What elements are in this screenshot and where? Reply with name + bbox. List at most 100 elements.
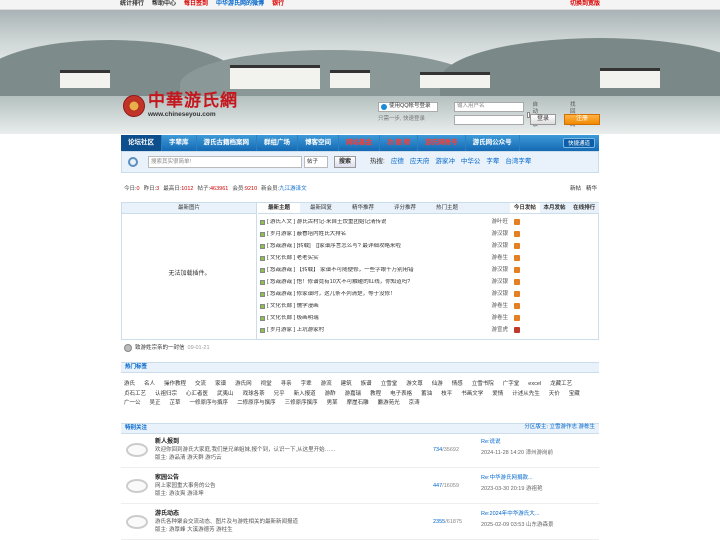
switch-width-link[interactable]: 切换到宽版 [570,1,600,8]
tab-topic[interactable]: 热门主题 [426,203,468,213]
topic-author[interactable]: 游汉银 [491,231,508,238]
tag-link[interactable]: 游氏 [124,381,135,388]
forum-name[interactable]: 游氏动态 [155,511,179,518]
forum-row[interactable]: 家园公告 网上家园重大事务的公告 版主: 游汝爽 游泽坤 447/16059 Re:中华… [121,472,599,504]
topic-row[interactable]: [ 岁月游家 ] 蔽眷培内姓氏大排名 游汉银 [258,228,510,240]
topic-author[interactable]: 游叶旺 [491,219,508,226]
tag-link[interactable]: 计述从先生 [512,391,540,398]
topic-row[interactable]: [ 悠哉游哉 ] 修家谱时，这几条不列清楚，等于没修！ 游汉银 [258,288,510,300]
top-link[interactable]: 银行 [272,1,284,8]
password-input[interactable] [454,115,524,125]
tag-link[interactable]: 男某 [327,400,338,407]
topic-title[interactable]: [ 悠哉游哉 ] 悟！修谱竟有10大不可触碰的红线，你知道吗? [267,279,410,286]
tag-link[interactable]: 立雪堂 [381,381,398,388]
tag-link[interactable]: 兄乎 [274,391,285,398]
topic-author[interactable]: 游卷生 [491,255,508,262]
announcement[interactable]: 致游姓宗亲的一封信 09-01-21 [124,344,210,352]
topic-row[interactable]: [ 文化长廊 ] 极画明瑞 游卷生 [258,312,510,324]
topic-author[interactable]: 游卷生 [491,315,508,322]
tag-link[interactable]: 家谱 [215,381,226,388]
tab-rank[interactable]: 在线排行 [569,203,599,213]
tag-link[interactable]: 吴正 [150,400,161,407]
nav-item[interactable]: 论坛社区 [121,135,162,151]
login-button[interactable]: 登录 [530,114,556,125]
tag-link[interactable]: 心汇者医 [186,391,208,398]
tag-link[interactable]: 立雪书院 [472,381,494,388]
topic-author[interactable]: 游汉银 [491,279,508,286]
tag-link[interactable]: 祠堂 [261,381,272,388]
tag-link[interactable]: 蓄油 [421,391,432,398]
topic-title[interactable]: [ 文化长廊 ] 极画明瑞 [267,315,319,322]
topic-title[interactable]: [ 文化长廊 ] 儒学漫画 [267,303,319,310]
hot-keyword-link[interactable]: 游家冲 [435,158,455,166]
tag-link[interactable]: 电子表格 [390,391,412,398]
qq-login-button[interactable]: 使用QQ帐号登录 [378,102,438,112]
hot-keyword-link[interactable]: 字辈 [486,158,499,166]
tag-link[interactable]: 芷草 [170,400,181,407]
tag-link[interactable]: 操作教程 [164,381,186,388]
tag-link[interactable]: 武夷山 [217,391,234,398]
forum-name[interactable]: 家园公告 [155,475,179,482]
topic-author[interactable]: 游汉银 [491,243,508,250]
tab-topic[interactable]: 最新主题 [258,203,300,213]
tag-link[interactable]: 一修原序与撰序 [190,400,229,407]
tag-link[interactable]: 枝平 [441,391,452,398]
tag-link[interactable]: 贞石工艺 [124,391,146,398]
tag-link[interactable]: 三修原序撰序 [285,400,318,407]
forum-last-post[interactable]: Re:中华游氏网捐款... [481,475,533,482]
topic-title[interactable]: [ 岁月游家 ] 上坑游家村 [267,327,324,334]
tag-link[interactable]: 京涛 [409,400,420,407]
nav-item[interactable]: 群组广场 [257,135,298,151]
digest-link[interactable]: 精华 [586,186,597,193]
topic-author[interactable]: 游汉银 [491,267,508,274]
search-input[interactable]: 搜索其实很简单! [148,156,302,168]
tag-link[interactable]: 新入报道 [294,391,316,398]
tab-rank[interactable]: 本月发帖 [540,203,570,213]
nav-item[interactable]: 字辈库 [162,135,197,151]
top-link[interactable]: 每日签到 [184,1,208,8]
tab-topic[interactable]: 评分推荐 [384,203,426,213]
tag-link[interactable]: 情感 [452,381,463,388]
nav-item[interactable]: 网站基金 [339,135,380,151]
topic-row[interactable]: [ 悠哉游哉 ] [转载] []家谱序言怎么写? 最详细攻略来啦 游汉银 [258,240,510,252]
forum-row[interactable]: 新人报到 欢迎你回到游氏大家庭,我们是兄弟姐妹,报个到，认识一下,从这里开始…… 版… [121,436,599,468]
forum-last-post[interactable]: Re:说说 [481,439,501,446]
top-link[interactable]: 中华游氏网的微博 [216,1,264,8]
tag-link[interactable]: 摩崖石雕 [347,400,369,407]
top-link[interactable]: 帮助中心 [152,1,176,8]
featured-moderators[interactable]: 分区版主: 立雪游作志 游栋生 [524,424,595,431]
hot-keyword-link[interactable]: 应天府 [410,158,430,166]
tag-link[interactable]: 游氏网 [235,381,252,388]
topic-title[interactable]: [ 文化长廊 ] 老老实实 [267,255,319,262]
tag-link[interactable]: 仙游 [432,381,443,388]
tag-link[interactable]: 游流 [321,381,332,388]
tag-link[interactable]: 二修原序与撰序 [237,400,276,407]
announcement-text[interactable]: 致游姓宗亲的一封信 [135,345,185,352]
search-type-select[interactable]: 帖子 [304,156,328,168]
tag-link[interactable]: 字辈 [301,381,312,388]
tab-rank[interactable]: 今日发帖 [510,203,540,213]
tag-link[interactable]: 宝藏 [569,391,580,398]
nav-item[interactable]: 游氏古籍档案网 [197,135,257,151]
topic-title[interactable]: [ 游氏人文 ] 游氏古村记-来自土饺重团始记清传说 [267,219,386,226]
tag-link[interactable]: 龙藏工艺 [550,381,572,388]
topic-title[interactable]: [ 悠哉游哉 ] 修家谱时，这几条不列清楚，等于没修！ [267,291,396,298]
new-posts-link[interactable]: 新帖 [570,186,581,193]
tag-link[interactable]: 爱情 [492,391,503,398]
tag-link[interactable]: 书画文学 [461,391,483,398]
tag-link[interactable]: 族谱 [361,381,372,388]
tab-topic[interactable]: 精华推荐 [342,203,384,213]
topic-title[interactable]: [ 悠哉游哉 ] [转载] []家谱序言怎么写? 最详细攻略来啦 [267,243,401,250]
topic-row[interactable]: [ 岁月游家 ] 上坑游家村 游宣虎 [258,324,510,336]
search-button[interactable]: 搜索 [334,156,356,168]
forum-row[interactable]: 游氏动态 游氏各种聚会交流动态、图片及与游姓相关的最新新闻报道 版主: 游厚峰 大溪… [121,508,599,540]
topic-author[interactable]: 游宣虎 [491,327,508,334]
tag-link[interactable]: 戏球各茶 [243,391,265,398]
site-logo[interactable]: 中華游氏網 www.chineseyou.com [123,93,238,119]
tag-link[interactable]: 游文尊 [406,381,423,388]
topic-title[interactable]: [ 悠哉游哉 ] 【转载】 家谱不可随便修，一些字眼千万别用错 [267,267,414,274]
tag-link[interactable]: 游酢 [325,391,336,398]
topic-row[interactable]: [ 文化长廊 ] 儒学漫画 游卷生 [258,300,510,312]
topic-title[interactable]: [ 岁月游家 ] 蔽眷培内姓氏大排名 [267,231,346,238]
tag-link[interactable]: 广一公 [124,400,141,407]
